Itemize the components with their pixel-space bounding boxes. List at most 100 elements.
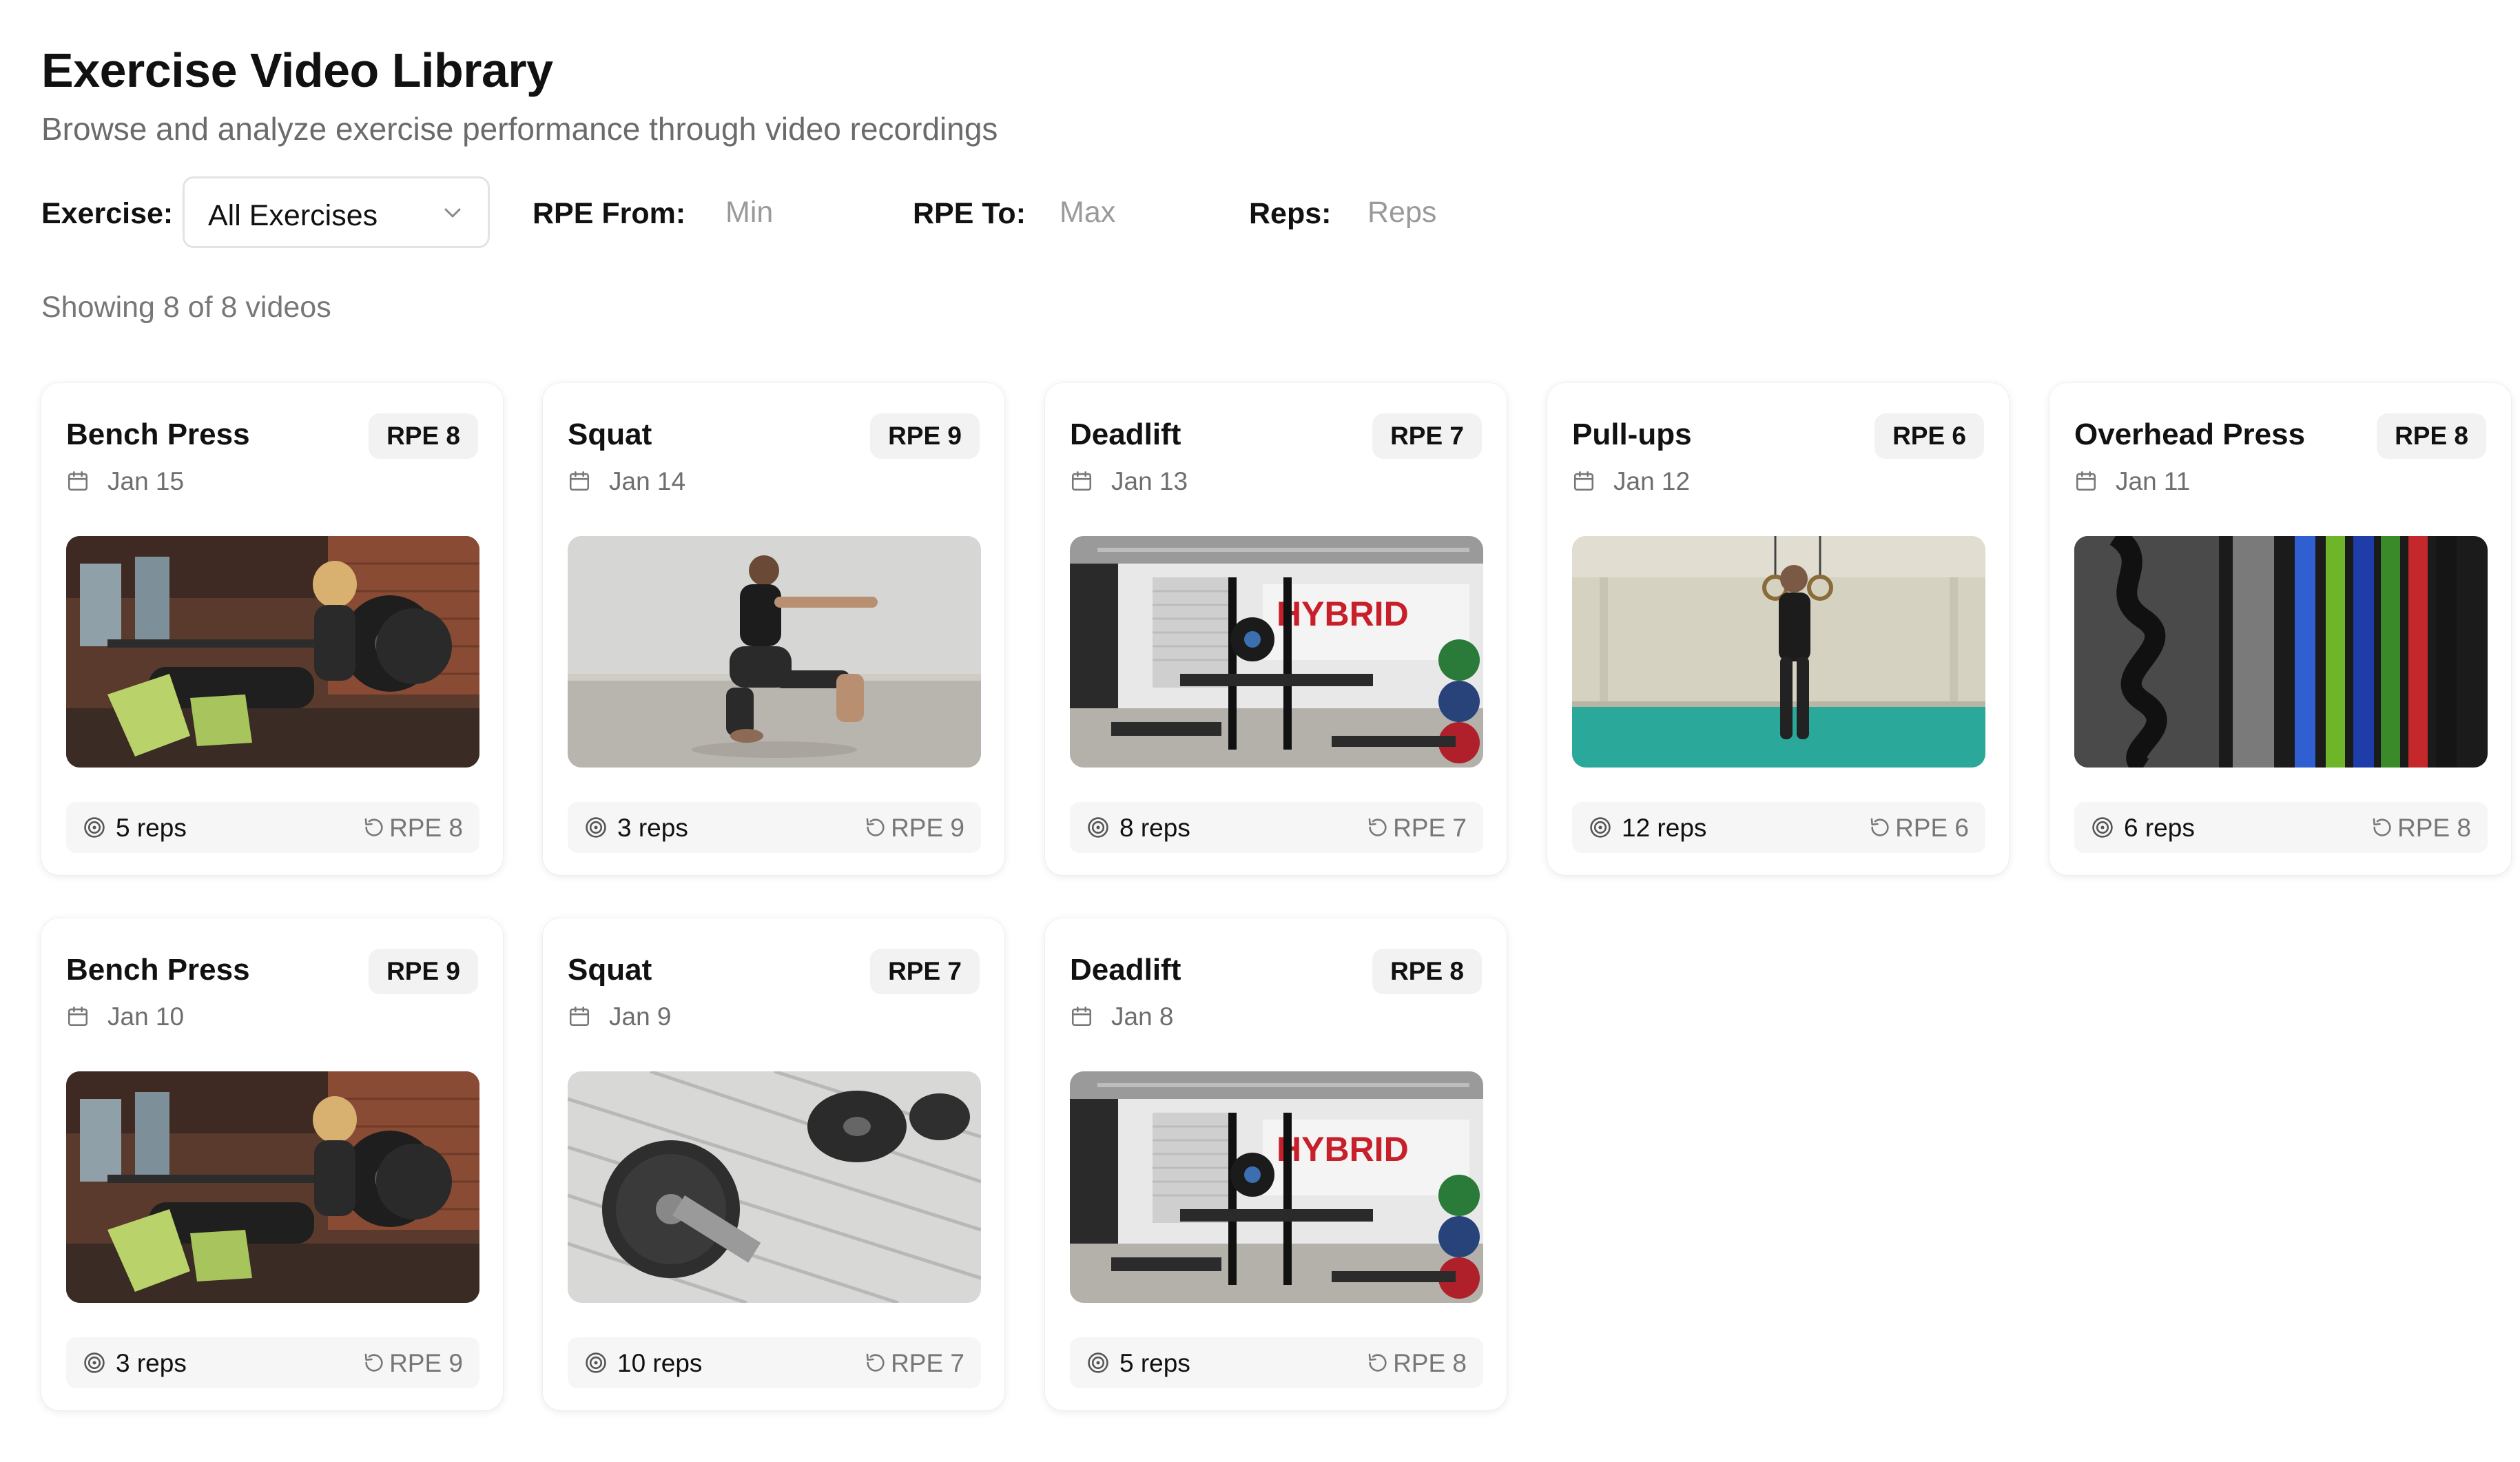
- video-thumbnail-image: HYBRID: [1070, 1071, 1483, 1303]
- calendar-icon: [68, 471, 88, 491]
- video-card[interactable]: Deadlift RPE 7 Jan 13 HYBRID 8 reps RPE …: [1045, 383, 1507, 875]
- video-card[interactable]: Deadlift RPE 8 Jan 8 HYBRID 5 reps RPE 8: [1045, 918, 1507, 1410]
- video-stats: 6 reps RPE 8: [2074, 802, 2488, 853]
- exercise-name: Overhead Press: [2074, 418, 2306, 451]
- video-stats: 3 reps RPE 9: [66, 1337, 479, 1388]
- rotate-ccw-icon: [1368, 1353, 1387, 1372]
- rpe-value: RPE 8: [1393, 1349, 1467, 1377]
- rpe-badge: RPE 6: [1874, 413, 1984, 459]
- rotate-ccw-icon: [1870, 818, 1889, 836]
- video-thumbnail[interactable]: [1572, 536, 1985, 768]
- rpe-value: RPE 9: [891, 814, 964, 842]
- rpe-badge: RPE 9: [369, 949, 478, 994]
- svg-text:HYBRID: HYBRID: [1277, 1130, 1409, 1168]
- reps-count: 5 reps: [116, 814, 187, 842]
- reps-count: 5 reps: [1119, 1349, 1190, 1377]
- video-date-text: Jan 11: [2116, 467, 2191, 495]
- rpe-to-label: RPE To:: [913, 197, 1026, 230]
- video-stats: 5 reps RPE 8: [66, 802, 479, 853]
- exercise-name: Pull-ups: [1572, 418, 1692, 451]
- video-thumbnail[interactable]: HYBRID: [1070, 1071, 1483, 1303]
- video-date-text: Jan 12: [1613, 467, 1691, 495]
- rpe-from-label: RPE From:: [533, 197, 686, 230]
- video-card[interactable]: Overhead Press RPE 8 Jan 11 6 reps RPE 8: [2049, 383, 2511, 875]
- video-card[interactable]: Pull-ups RPE 6 Jan 12 12 reps RPE 6: [1547, 383, 2009, 875]
- video-thumbnail[interactable]: [66, 536, 479, 768]
- rpe-badge: RPE 7: [1372, 413, 1482, 459]
- video-stats: 10 reps RPE 7: [568, 1337, 981, 1388]
- video-thumbnail[interactable]: [568, 536, 981, 768]
- rotate-ccw-icon: [364, 1353, 383, 1372]
- reps-count: 3 reps: [617, 814, 688, 842]
- reps-count: 8 reps: [1119, 814, 1190, 842]
- video-stats: 8 reps RPE 7: [1070, 802, 1483, 853]
- calendar-icon: [1573, 471, 1594, 491]
- video-thumbnail-image: [568, 536, 981, 768]
- target-icon: [586, 817, 606, 838]
- video-thumbnail-image: [1572, 536, 1985, 768]
- target-icon: [1088, 1352, 1108, 1373]
- target-icon: [1590, 817, 1611, 838]
- video-date-text: Jan 9: [609, 1002, 672, 1031]
- video-date-text: Jan 15: [107, 467, 185, 495]
- calendar-icon: [569, 1006, 590, 1027]
- calendar-icon: [1071, 1006, 1092, 1027]
- rpe-badge: RPE 9: [870, 413, 980, 459]
- reps-label: Reps:: [1249, 197, 1332, 230]
- rotate-ccw-icon: [866, 1353, 885, 1372]
- calendar-icon: [569, 471, 590, 491]
- reps-count: 3 reps: [116, 1349, 187, 1377]
- video-card[interactable]: Squat RPE 9 Jan 14 3 reps RPE 9: [543, 383, 1004, 875]
- rpe-badge: RPE 8: [1372, 949, 1482, 994]
- rotate-ccw-icon: [866, 818, 885, 836]
- calendar-icon: [2076, 471, 2096, 491]
- rpe-value: RPE 7: [891, 1349, 964, 1377]
- video-thumbnail-image: [66, 1071, 479, 1303]
- exercise-name: Deadlift: [1070, 418, 1181, 451]
- video-stats: 12 reps RPE 6: [1572, 802, 1985, 853]
- reps-input[interactable]: [1367, 192, 1547, 233]
- rpe-to-input[interactable]: [1060, 192, 1239, 233]
- rpe-value: RPE 7: [1393, 814, 1467, 842]
- target-icon: [84, 1352, 105, 1373]
- rotate-ccw-icon: [2373, 818, 2391, 836]
- chevron-down-icon: [444, 208, 461, 218]
- video-thumbnail[interactable]: [568, 1071, 981, 1303]
- rpe-from-input[interactable]: [725, 192, 905, 233]
- results-count: Showing 8 of 8 videos: [41, 291, 331, 324]
- rpe-value: RPE 9: [389, 1349, 463, 1377]
- exercise-name: Deadlift: [1070, 953, 1181, 987]
- exercise-name: Squat: [568, 418, 652, 451]
- exercise-name: Squat: [568, 953, 652, 987]
- target-icon: [84, 817, 105, 838]
- filter-bar: Exercise: All Exercises RPE From: RPE To…: [41, 176, 2452, 251]
- svg-text:HYBRID: HYBRID: [1277, 595, 1409, 633]
- rpe-badge: RPE 8: [369, 413, 478, 459]
- video-thumbnail-image: [568, 1071, 981, 1303]
- video-date-text: Jan 13: [1111, 467, 1188, 495]
- calendar-icon: [1071, 471, 1092, 491]
- reps-count: 10 reps: [617, 1349, 703, 1377]
- exercise-select-value: All Exercises: [208, 199, 378, 232]
- video-thumbnail[interactable]: [66, 1071, 479, 1303]
- rpe-value: RPE 8: [2397, 814, 2471, 842]
- video-stats: 3 reps RPE 9: [568, 802, 981, 853]
- rotate-ccw-icon: [364, 818, 383, 836]
- video-card[interactable]: Squat RPE 7 Jan 9 10 reps RPE 7: [543, 918, 1004, 1410]
- reps-count: 6 reps: [2124, 814, 2195, 842]
- rpe-value: RPE 6: [1895, 814, 1969, 842]
- video-date-text: Jan 8: [1111, 1002, 1174, 1031]
- video-thumbnail[interactable]: [2074, 536, 2488, 768]
- exercise-select[interactable]: All Exercises: [183, 176, 490, 248]
- video-card[interactable]: Bench Press RPE 8 Jan 15 5 reps RPE 8: [41, 383, 503, 875]
- page-title: Exercise Video Library: [41, 43, 553, 97]
- video-date-text: Jan 14: [609, 467, 686, 495]
- exercise-filter-label: Exercise:: [41, 197, 174, 230]
- video-card[interactable]: Bench Press RPE 9 Jan 10 3 reps RPE 9: [41, 918, 503, 1410]
- exercise-name: Bench Press: [66, 418, 250, 451]
- rotate-ccw-icon: [1368, 818, 1387, 836]
- video-thumbnail[interactable]: HYBRID: [1070, 536, 1483, 768]
- page-subtitle: Browse and analyze exercise performance …: [41, 111, 998, 147]
- rpe-badge: RPE 7: [870, 949, 980, 994]
- video-date-text: Jan 10: [107, 1002, 185, 1031]
